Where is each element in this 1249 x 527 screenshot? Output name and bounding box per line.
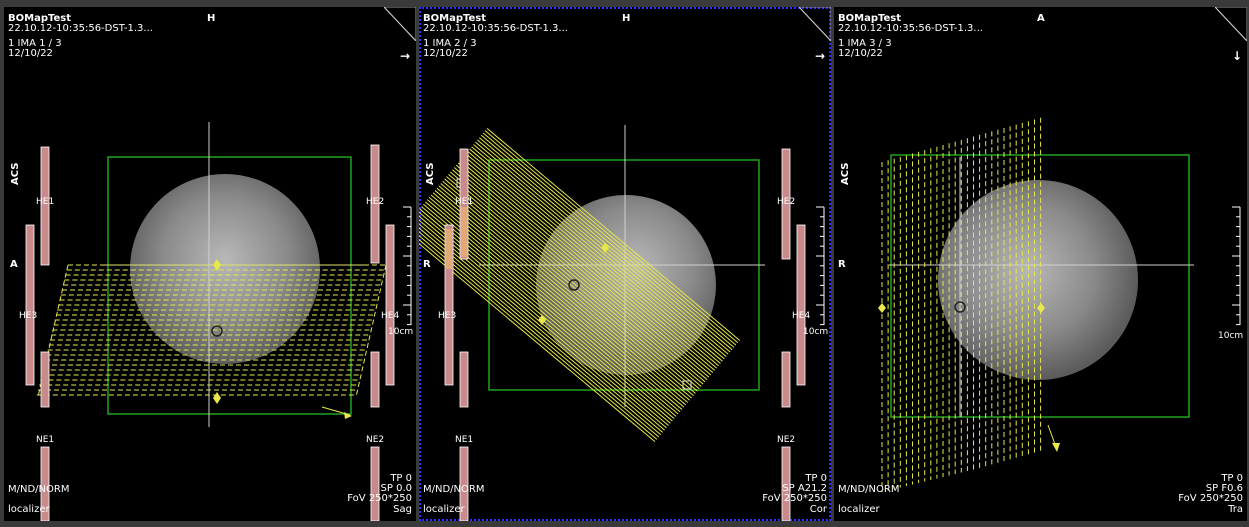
image-canvas[interactable] — [419, 7, 831, 521]
window-preset: M/ND/NORM — [8, 484, 70, 495]
image-canvas[interactable] — [834, 7, 1247, 521]
coil-label-he1: HE1 — [455, 197, 474, 207]
nav-arrow-icon[interactable]: ↓ — [1232, 49, 1242, 63]
plane-label: Cor — [809, 504, 827, 515]
series-id: 22.10.12-10:35:56-DST-1.3... — [8, 23, 153, 34]
side-label: ACS — [10, 162, 21, 185]
scale-label: 10cm — [388, 327, 414, 337]
scale-label: 10cm — [803, 327, 829, 337]
study-date: 12/10/22 — [8, 48, 53, 59]
image-canvas[interactable] — [4, 7, 416, 521]
phantom-sphere — [536, 195, 716, 375]
nav-arrow-icon[interactable]: → — [815, 49, 825, 63]
side-label: ACS — [840, 162, 851, 185]
coil-label-ne1: NE1 — [36, 435, 55, 445]
fov-value: FoV 250*250 — [1178, 493, 1243, 504]
study-date: 12/10/22 — [423, 48, 468, 59]
coil-label-he3: HE3 — [19, 311, 38, 321]
series-id: 22.10.12-10:35:56-DST-1.3... — [838, 23, 983, 34]
coil-label-he4: HE4 — [381, 311, 400, 321]
coil-label-he4: HE4 — [792, 311, 811, 321]
orientation-top: H — [207, 13, 216, 24]
coil-label-he3: HE3 — [438, 311, 457, 321]
scale-label: 10cm — [1218, 331, 1244, 341]
study-date: 12/10/22 — [838, 48, 883, 59]
corner-fold-icon[interactable] — [384, 7, 416, 41]
coil-label-he2: HE2 — [366, 197, 385, 207]
coil-label-ne2: NE2 — [366, 435, 385, 445]
plane-label: Sag — [393, 504, 412, 515]
image-type: localizer — [838, 504, 880, 515]
nav-arrow-icon[interactable]: → — [400, 49, 410, 63]
corner-fold-icon[interactable] — [1215, 7, 1247, 41]
fov-value: FoV 250*250 — [762, 493, 827, 504]
series-id: 22.10.12-10:35:56-DST-1.3... — [423, 23, 568, 34]
coil-label-he2: HE2 — [777, 197, 796, 207]
orientation-left: R — [838, 259, 846, 270]
plane-label: Tra — [1228, 504, 1243, 515]
viewport-coronal[interactable]: BOMapTest 22.10.12-10:35:56-DST-1.3... 1… — [419, 7, 831, 521]
window-preset: M/ND/NORM — [838, 484, 900, 495]
phantom-sphere — [938, 180, 1138, 380]
viewport-transversal[interactable]: BOMapTest 22.10.12-10:35:56-DST-1.3... 1… — [834, 7, 1247, 521]
orientation-left: A — [10, 259, 18, 270]
orientation-left: R — [423, 259, 431, 270]
coil-label-ne2: NE2 — [777, 435, 796, 445]
corner-fold-icon[interactable] — [799, 7, 831, 41]
fov-value: FoV 250*250 — [347, 493, 412, 504]
side-label: ACS — [425, 162, 436, 185]
orientation-top: H — [622, 13, 631, 24]
coil-label-he1: HE1 — [36, 197, 55, 207]
viewport-sagittal[interactable]: BOMapTest 22.10.12-10:35:56-DST-1.3... 1… — [4, 7, 416, 521]
coil-label-ne1: NE1 — [455, 435, 474, 445]
orientation-top: A — [1037, 13, 1045, 24]
window-preset: M/ND/NORM — [423, 484, 485, 495]
image-type: localizer — [423, 504, 465, 515]
image-type: localizer — [8, 504, 50, 515]
